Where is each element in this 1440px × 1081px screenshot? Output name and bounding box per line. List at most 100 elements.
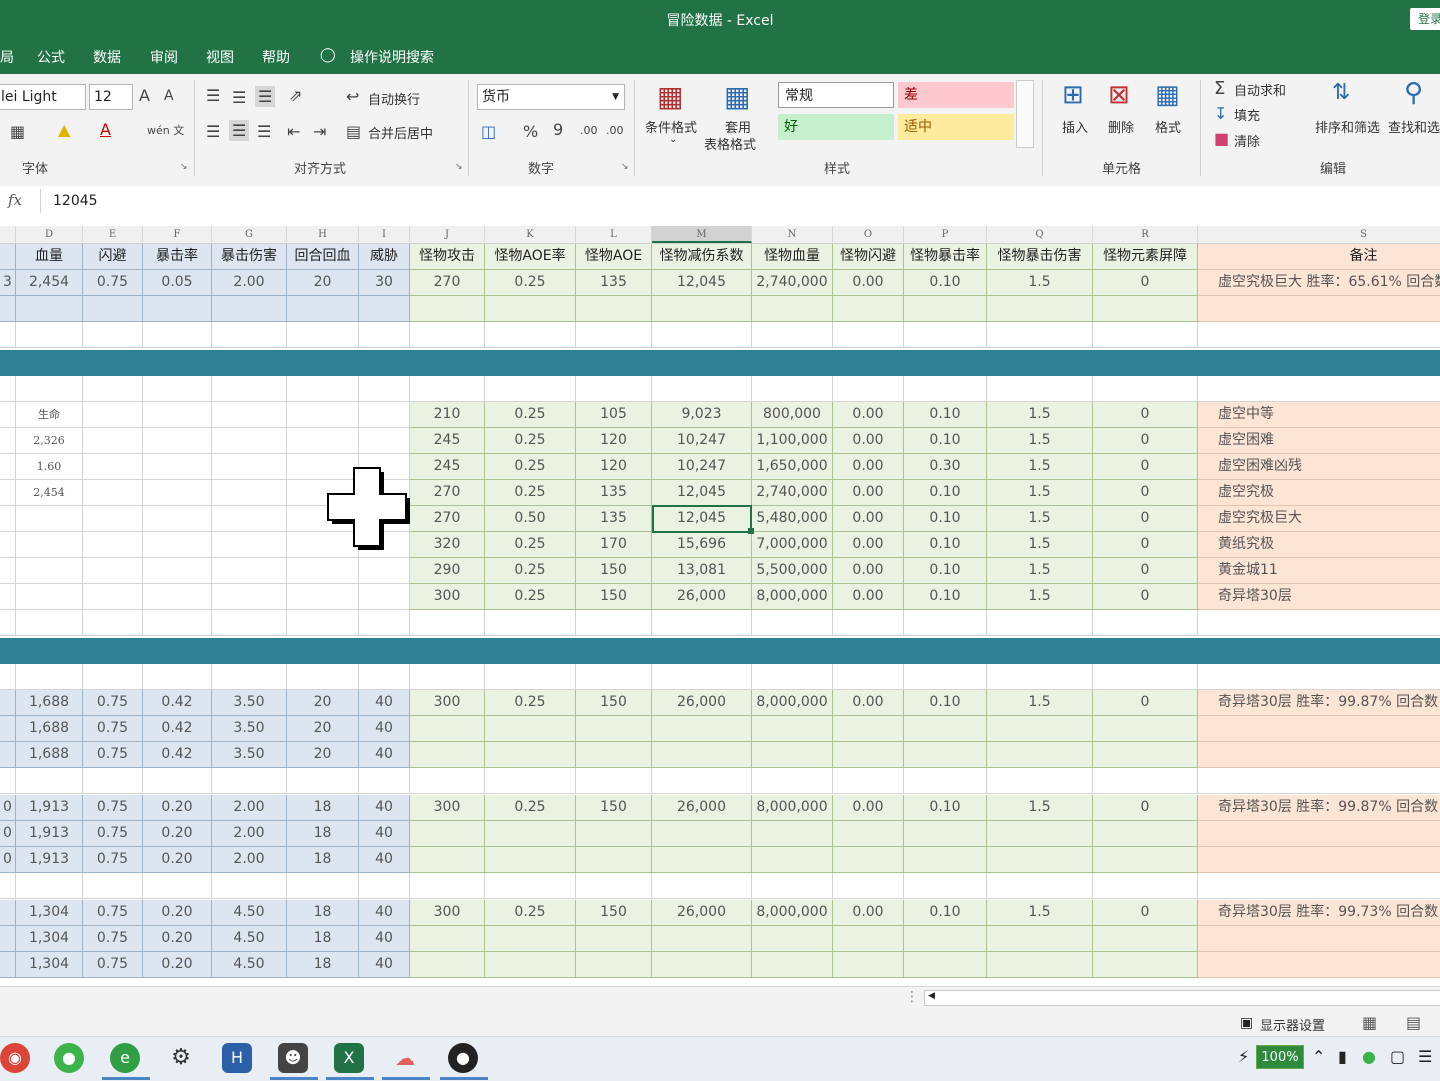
formula-input[interactable]: 12045: [40, 189, 1440, 213]
empty-cell[interactable]: [287, 610, 359, 636]
data-cell[interactable]: 0.00: [833, 480, 904, 506]
data-cell[interactable]: 0.20: [143, 900, 212, 926]
empty-cell[interactable]: [83, 454, 143, 480]
data-cell[interactable]: 0.00: [833, 270, 904, 296]
empty-cell[interactable]: [752, 952, 833, 978]
data-cell[interactable]: 135: [576, 506, 652, 532]
column-title-cell[interactable]: [0, 244, 16, 270]
note-cell[interactable]: 虚空究极巨大 胜率：65.61% 回合数: [1198, 270, 1440, 296]
data-cell[interactable]: 0.25: [485, 690, 576, 716]
data-cell[interactable]: 40: [359, 900, 410, 926]
empty-cell[interactable]: [410, 926, 485, 952]
wechat-icon[interactable]: ●: [54, 1043, 84, 1073]
empty-cell[interactable]: [83, 376, 143, 402]
empty-cell[interactable]: [1198, 376, 1440, 402]
data-cell[interactable]: 1.5: [987, 506, 1093, 532]
data-cell[interactable]: 1.5: [987, 584, 1093, 610]
recorder-icon[interactable]: ●: [448, 1043, 478, 1073]
data-cell[interactable]: 8,000,000: [752, 900, 833, 926]
empty-cell[interactable]: [833, 322, 904, 348]
data-cell[interactable]: [0, 690, 16, 716]
data-cell[interactable]: 3.50: [212, 742, 287, 768]
wifi-icon[interactable]: ☰: [1418, 1047, 1432, 1066]
empty-cell[interactable]: [987, 847, 1093, 873]
data-cell[interactable]: 0: [1093, 506, 1198, 532]
data-cell[interactable]: 0: [1093, 690, 1198, 716]
data-cell[interactable]: 18: [287, 847, 359, 873]
empty-cell[interactable]: [1093, 376, 1198, 402]
data-cell[interactable]: 18: [287, 900, 359, 926]
empty-cell[interactable]: [576, 610, 652, 636]
empty-cell[interactable]: [1093, 716, 1198, 742]
data-cell[interactable]: 2,740,000: [752, 270, 833, 296]
empty-cell[interactable]: [833, 847, 904, 873]
empty-cell[interactable]: [143, 402, 212, 428]
data-cell[interactable]: 135: [576, 270, 652, 296]
empty-cell[interactable]: [359, 610, 410, 636]
note-cell[interactable]: 虚空困难: [1198, 428, 1440, 454]
tell-me-search[interactable]: 操作说明搜索: [350, 47, 434, 67]
data-cell[interactable]: 0.10: [904, 690, 987, 716]
column-title-cell[interactable]: 怪物攻击: [410, 244, 485, 270]
column-title-cell[interactable]: 闪避: [83, 244, 143, 270]
empty-cell[interactable]: [833, 376, 904, 402]
data-cell[interactable]: 0: [1093, 480, 1198, 506]
note-cell[interactable]: 虚空中等: [1198, 402, 1440, 428]
wechat-tray-icon[interactable]: ●: [1362, 1047, 1376, 1066]
data-cell[interactable]: 0.75: [83, 716, 143, 742]
empty-cell[interactable]: [83, 873, 143, 899]
percent-style-button[interactable]: %: [523, 122, 538, 141]
empty-cell[interactable]: [410, 952, 485, 978]
data-cell[interactable]: 0.20: [143, 926, 212, 952]
data-cell[interactable]: [0, 900, 16, 926]
empty-cell[interactable]: [212, 664, 287, 690]
empty-cell[interactable]: [576, 926, 652, 952]
empty-cell[interactable]: [410, 376, 485, 402]
empty-cell[interactable]: [485, 322, 576, 348]
column-title-cell[interactable]: 怪物暴击率: [904, 244, 987, 270]
empty-cell[interactable]: [752, 376, 833, 402]
shrink-font-icon[interactable]: A: [164, 88, 174, 104]
data-cell[interactable]: 120: [576, 428, 652, 454]
empty-cell[interactable]: [485, 821, 576, 847]
empty-cell[interactable]: [359, 664, 410, 690]
data-cell[interactable]: 2,454: [16, 480, 83, 506]
fill-button[interactable]: 填充: [1234, 105, 1260, 124]
format-as-table-button-line2[interactable]: 表格格式: [704, 134, 756, 153]
sort-filter-icon[interactable]: ⇅: [1332, 80, 1350, 105]
empty-cell[interactable]: [833, 926, 904, 952]
column-title-cell[interactable]: 怪物AOE率: [485, 244, 576, 270]
data-cell[interactable]: 0.25: [485, 270, 576, 296]
column-header[interactable]: Q: [987, 226, 1093, 243]
empty-cell[interactable]: [1093, 873, 1198, 899]
empty-cell[interactable]: [987, 821, 1093, 847]
data-cell[interactable]: 150: [576, 690, 652, 716]
data-cell[interactable]: 1,688: [16, 742, 83, 768]
empty-cell[interactable]: [1198, 952, 1440, 978]
data-cell[interactable]: 0.10: [904, 584, 987, 610]
empty-cell[interactable]: [652, 322, 752, 348]
clear-icon[interactable]: ■: [1214, 129, 1229, 148]
empty-cell[interactable]: [0, 322, 16, 348]
clear-button[interactable]: 清除: [1234, 131, 1260, 150]
empty-cell[interactable]: [833, 664, 904, 690]
data-cell[interactable]: 800,000: [752, 402, 833, 428]
column-title-cell[interactable]: 怪物AOE: [576, 244, 652, 270]
empty-cell[interactable]: [752, 716, 833, 742]
data-cell[interactable]: 40: [359, 847, 410, 873]
data-cell[interactable]: 0.75: [83, 690, 143, 716]
data-cell[interactable]: 0.00: [833, 402, 904, 428]
empty-cell[interactable]: [143, 532, 212, 558]
empty-cell[interactable]: [576, 322, 652, 348]
data-cell[interactable]: 5,500,000: [752, 558, 833, 584]
column-header[interactable]: O: [833, 226, 904, 243]
data-cell[interactable]: 0.05: [143, 270, 212, 296]
empty-cell[interactable]: [752, 296, 833, 322]
data-cell[interactable]: 40: [359, 821, 410, 847]
empty-cell[interactable]: [833, 768, 904, 794]
decrease-indent-icon[interactable]: ⇤: [287, 122, 300, 141]
empty-cell[interactable]: [0, 296, 16, 322]
empty-cell[interactable]: [1198, 873, 1440, 899]
note-cell[interactable]: 奇异塔30层 胜率：99.87% 回合数：: [1198, 795, 1440, 821]
data-cell[interactable]: 40: [359, 952, 410, 978]
